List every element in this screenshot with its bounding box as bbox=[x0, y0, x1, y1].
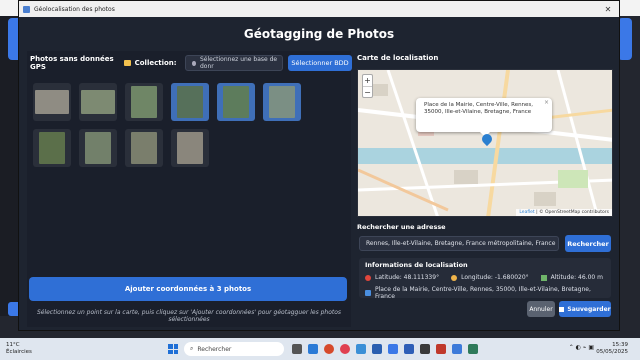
content-area: Photos sans données GPS Collection: Séle… bbox=[27, 51, 613, 327]
photo-image bbox=[85, 132, 111, 164]
photo-image bbox=[177, 132, 203, 164]
latitude-value: Latitude: 48.111339° bbox=[375, 274, 440, 281]
cancel-button[interactable]: Annuler bbox=[527, 301, 555, 317]
app-icon-1[interactable] bbox=[356, 344, 366, 354]
photo-image bbox=[131, 86, 157, 118]
photo-image bbox=[131, 132, 157, 164]
save-label: Sauvegarder bbox=[567, 305, 611, 313]
geotag-dialog: Géolocalisation des photos ✕ Géotagging … bbox=[18, 0, 620, 331]
photo-thumbnail[interactable] bbox=[33, 83, 71, 121]
search-label: Rechercher une adresse bbox=[357, 223, 446, 231]
photo-thumbnail[interactable] bbox=[217, 83, 255, 121]
app-icon-2[interactable] bbox=[372, 344, 382, 354]
photo-thumbnail[interactable] bbox=[79, 129, 117, 167]
edge-icon[interactable] bbox=[308, 344, 318, 354]
search-icon: ⌕ bbox=[190, 345, 194, 352]
map-popup: × Place de la Mairie, Centre-Ville, Renn… bbox=[416, 98, 552, 132]
select-database-button[interactable]: Sélectionner BDD bbox=[288, 55, 352, 71]
folder-icon bbox=[123, 60, 131, 66]
zoom-control: + − bbox=[362, 74, 373, 98]
app-icon-5[interactable] bbox=[452, 344, 462, 354]
app-icon-6[interactable] bbox=[468, 344, 478, 354]
start-icon[interactable] bbox=[168, 344, 178, 354]
map-title: Carte de localisation bbox=[357, 54, 439, 62]
app-icon bbox=[23, 5, 30, 13]
file-explorer-icon[interactable] bbox=[292, 344, 302, 354]
map-panel: Carte de localisation + − × Place de la … bbox=[357, 51, 613, 327]
weather-widget[interactable]: 11°C Éclaircies bbox=[6, 342, 32, 355]
address-row: Place de la Mairie, Centre-Ville, Rennes… bbox=[365, 286, 611, 300]
zoom-out-button[interactable]: − bbox=[363, 86, 372, 97]
system-tray[interactable]: ⌃ ◐ ⌁ ▣ bbox=[569, 344, 594, 351]
photo-thumbnail[interactable] bbox=[125, 83, 163, 121]
photo-image bbox=[269, 86, 295, 118]
pin-icon bbox=[365, 274, 371, 281]
photo-image bbox=[39, 132, 65, 164]
page-title: Géotagging de Photos bbox=[243, 27, 395, 41]
address-input[interactable]: Rennes, Ille-et-Vilaine, Bretagne, Franc… bbox=[359, 236, 559, 251]
photo-image bbox=[81, 90, 115, 114]
clock-date: 05/05/2025 bbox=[596, 348, 628, 355]
app-icon-4[interactable] bbox=[420, 344, 430, 354]
clock[interactable]: 15:39 05/05/2025 bbox=[596, 342, 628, 355]
leaflet-link[interactable]: Leaflet bbox=[519, 210, 534, 215]
window-title: Géolocalisation des photos bbox=[34, 5, 115, 13]
database-icon bbox=[191, 60, 196, 66]
photo-image bbox=[35, 90, 69, 114]
globe-icon bbox=[451, 274, 458, 281]
location-map[interactable]: + − × Place de la Mairie, Centre-Ville, … bbox=[357, 69, 613, 217]
photos-header: Photos sans données GPS Collection: Séle… bbox=[30, 54, 352, 72]
photos-panel: Photos sans données GPS Collection: Séle… bbox=[27, 51, 352, 327]
map-icon bbox=[365, 290, 371, 296]
taskbar-search-label: Rechercher bbox=[197, 345, 232, 353]
longitude-value: Longitude: -1.680020° bbox=[461, 274, 529, 281]
close-window-icon[interactable]: ✕ bbox=[597, 1, 619, 17]
popup-text: Place de la Mairie, Centre-Ville, Rennes… bbox=[424, 102, 534, 115]
save-icon bbox=[559, 306, 565, 312]
coords-row: Latitude: 48.111339° Longitude: -1.68002… bbox=[365, 274, 603, 281]
photos-label: Photos sans données GPS bbox=[30, 55, 114, 71]
photo-thumbnail[interactable] bbox=[263, 83, 301, 121]
photo-thumbnail[interactable] bbox=[171, 129, 209, 167]
popup-close-icon[interactable]: × bbox=[544, 99, 549, 106]
instructions-hint: Sélectionnez un point sur la carte, puis… bbox=[36, 309, 342, 323]
taskbar: 11°C Éclaircies ⌕ Rechercher ⌃ ◐ ⌁ ▣ 15:… bbox=[0, 338, 640, 360]
altitude-value: Altitude: 46.00 m bbox=[550, 274, 603, 281]
address-value: Place de la Mairie, Centre-Ville, Rennes… bbox=[374, 286, 591, 300]
database-select[interactable]: Sélectionnez une base de donr bbox=[184, 55, 284, 71]
vscode-icon[interactable] bbox=[404, 344, 414, 354]
location-info-box: Informations de localisation Latitude: 4… bbox=[359, 258, 611, 300]
search-button[interactable]: Rechercher bbox=[565, 235, 611, 252]
info-title: Informations de localisation bbox=[365, 261, 468, 269]
taskbar-search[interactable]: ⌕ Rechercher bbox=[184, 342, 284, 356]
add-coordinates-button[interactable]: Ajouter coordonnées à 3 photos bbox=[29, 277, 347, 301]
database-select-value: Sélectionnez une base de donr bbox=[200, 56, 278, 70]
background-panel-right bbox=[618, 18, 632, 60]
collection-label: Collection: bbox=[134, 59, 177, 67]
save-button[interactable]: Sauvegarder bbox=[559, 301, 611, 317]
photo-image bbox=[223, 86, 249, 118]
photo-thumbnail[interactable] bbox=[33, 129, 71, 167]
dialog-titlebar: Géolocalisation des photos ✕ bbox=[19, 1, 619, 17]
chrome-icon[interactable] bbox=[324, 344, 334, 354]
weather-status: Éclaircies bbox=[6, 348, 32, 355]
zoom-in-button[interactable]: + bbox=[363, 75, 372, 86]
photo-thumbnail[interactable] bbox=[125, 129, 163, 167]
photo-image bbox=[177, 86, 203, 118]
filezilla-icon[interactable] bbox=[436, 344, 446, 354]
map-attribution: Leaflet | © OpenStreetMap contributors bbox=[516, 209, 612, 216]
opera-icon[interactable] bbox=[340, 344, 350, 354]
photo-thumbnail[interactable] bbox=[171, 83, 209, 121]
photo-thumbnail[interactable] bbox=[79, 83, 117, 121]
mountain-icon bbox=[540, 274, 547, 281]
osm-attribution: | © OpenStreetMap contributors bbox=[534, 210, 609, 215]
background-sidebar bbox=[0, 16, 18, 316]
app-icon-3[interactable] bbox=[388, 344, 398, 354]
